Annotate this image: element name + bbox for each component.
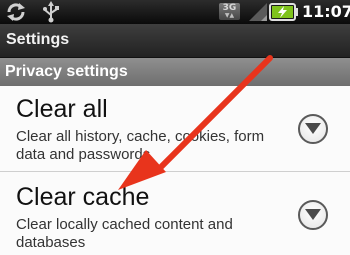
network-3g-icon: 3G ▼▲	[219, 3, 240, 20]
section-header-label: Privacy settings	[5, 63, 128, 80]
clear-cache-item[interactable]: Clear cache Clear locally cached content…	[0, 172, 350, 255]
status-bar: 3G ▼▲ 11:07	[0, 0, 350, 24]
clear-all-title: Clear all	[16, 95, 108, 123]
page-title: Settings	[6, 31, 70, 48]
expand-circle-icon[interactable]	[298, 200, 328, 230]
clear-all-item[interactable]: Clear all Clear all history, cache, cook…	[0, 86, 350, 171]
signal-icon	[249, 3, 267, 25]
clock: 11:07	[302, 2, 350, 21]
expand-circle-icon[interactable]	[298, 114, 328, 144]
title-bar: Settings	[0, 24, 350, 58]
clear-all-summary: Clear all history, cache, cookies, form …	[16, 128, 265, 163]
battery-charging-icon	[269, 3, 299, 25]
section-header: Privacy settings	[0, 58, 350, 86]
sync-icon	[5, 3, 27, 25]
clear-cache-title: Clear cache	[16, 183, 150, 211]
clear-cache-summary: Clear locally cached content and databas…	[16, 216, 233, 251]
